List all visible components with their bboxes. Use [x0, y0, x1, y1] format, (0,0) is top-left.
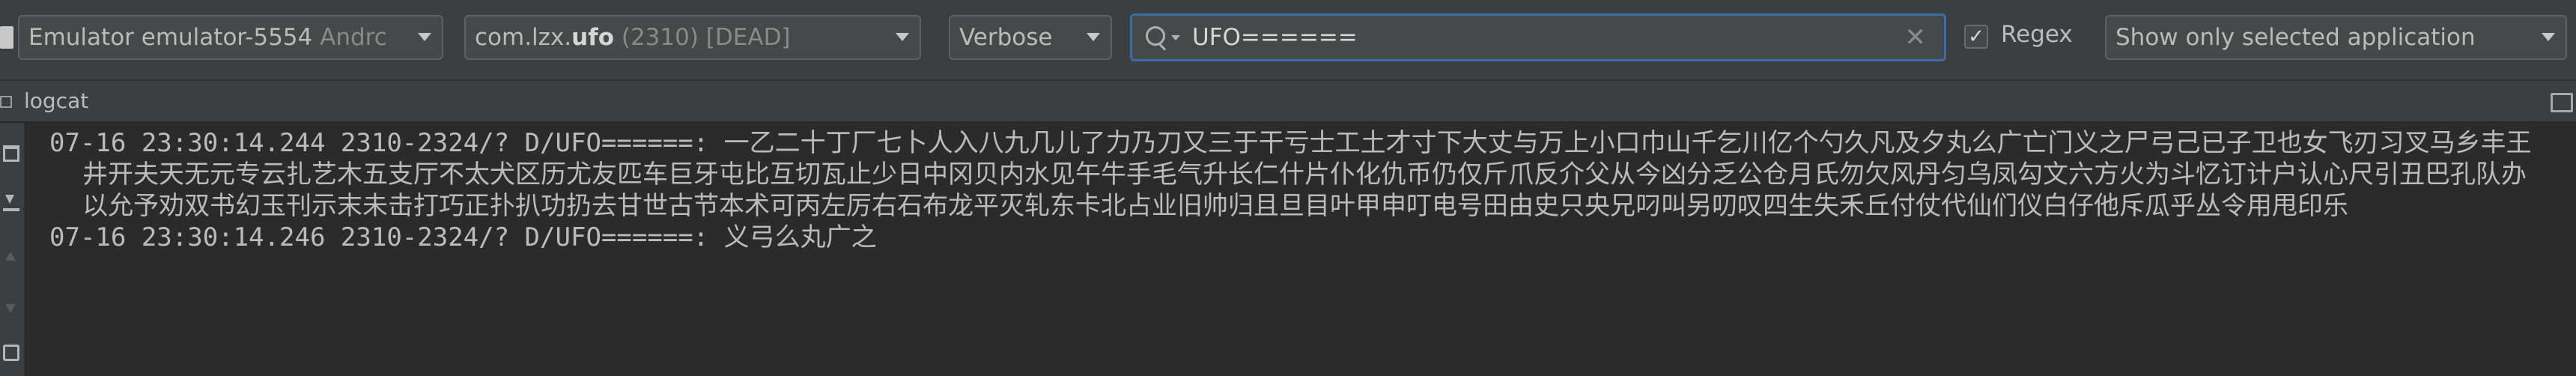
logcat-icon	[0, 96, 12, 108]
soft-wrap-icon[interactable]	[3, 345, 19, 361]
chevron-down-icon	[896, 33, 909, 41]
clear-icon[interactable]: ✕	[1905, 22, 1927, 53]
search-input[interactable]	[1192, 20, 1866, 55]
log-output[interactable]: 07-16 23:30:14.244 2310-2324/? D/UFO====…	[49, 127, 2551, 253]
process-selector[interactable]: com.lzx.ufo (2310) [DEAD]	[464, 15, 921, 60]
process-app-name: ufo	[571, 24, 615, 51]
log-level-value: Verbose	[959, 24, 1053, 51]
process-status: (2310) [DEAD]	[614, 24, 791, 51]
log-entry: 07-16 23:30:14.244 2310-2324/? D/UFO====…	[49, 127, 2551, 222]
trash-icon[interactable]	[3, 145, 19, 162]
process-package-prefix: com.lzx.	[475, 24, 572, 51]
up-arrow-icon[interactable]	[3, 250, 19, 267]
log-entry-header: 07-16 23:30:14.246 2310-2324/? D/UFO====…	[49, 222, 724, 252]
device-selector-label: Emulator emulator-5554 Andrc	[28, 16, 387, 58]
process-selector-label: com.lzx.ufo (2310) [DEAD]	[475, 16, 791, 58]
log-entry-message: 义弓么丸广之	[723, 222, 877, 252]
logcat-panel-header: logcat	[0, 79, 2576, 123]
chevron-down-icon	[1087, 33, 1100, 41]
search-history-icon[interactable]	[1171, 35, 1180, 40]
chevron-down-icon	[2542, 33, 2555, 41]
log-level-selector[interactable]: Verbose	[949, 15, 1112, 60]
regex-checkbox[interactable]: ✓	[1964, 25, 1988, 49]
search-box: ✕	[1130, 13, 1946, 61]
device-os: Andrc	[320, 24, 387, 51]
regex-label[interactable]: Regex	[2001, 21, 2073, 48]
log-entry-header: 07-16 23:30:14.244 2310-2324/? D/UFO====…	[49, 128, 724, 158]
device-selector[interactable]: Emulator emulator-5554 Andrc	[18, 15, 443, 60]
filter-selector[interactable]: Show only selected application	[2105, 15, 2567, 60]
layout-icon[interactable]	[2551, 93, 2573, 112]
log-entry: 07-16 23:30:14.246 2310-2324/? D/UFO====…	[49, 222, 2551, 253]
logcat-toolbar: Emulator emulator-5554 Andrc com.lzx.ufo…	[0, 0, 2576, 79]
device-name: Emulator emulator-5554	[28, 24, 313, 51]
chevron-down-icon	[418, 33, 431, 41]
filter-value: Show only selected application	[2115, 24, 2476, 51]
device-icon	[0, 26, 13, 49]
down-arrow-icon[interactable]	[3, 303, 19, 319]
logcat-side-toolbar	[0, 123, 25, 376]
search-icon[interactable]	[1146, 26, 1165, 46]
panel-title[interactable]: logcat	[24, 88, 88, 113]
scroll-to-end-icon[interactable]	[3, 195, 19, 211]
